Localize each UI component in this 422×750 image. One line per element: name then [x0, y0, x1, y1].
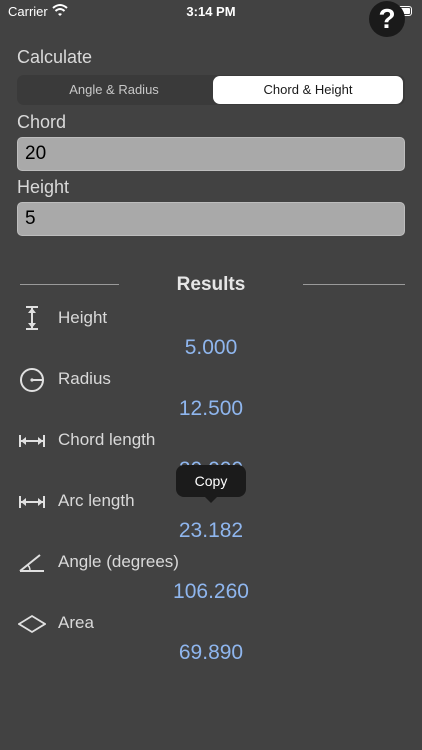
radius-icon [20, 368, 44, 392]
height-label: Height [17, 177, 70, 197]
arc-length-icon [19, 496, 45, 508]
status-bar: Carrier 3:14 PM [0, 0, 422, 22]
calculate-label: Calculate [17, 47, 93, 67]
chord-label: Chord [17, 112, 67, 132]
height-icon [26, 306, 38, 330]
results-title: Results [176, 274, 246, 295]
height-input[interactable]: 5 [17, 202, 405, 236]
copy-tooltip[interactable]: Copy [176, 465, 246, 503]
chord-length-icon [19, 435, 45, 447]
result-value-height[interactable]: 5.000 [0, 336, 422, 360]
segment-chord-height[interactable]: Chord & Height [213, 76, 403, 104]
segment-angle-radius[interactable]: Angle & Radius [17, 75, 211, 105]
result-value-area[interactable]: 69.890 [0, 641, 422, 665]
result-label-chord-length: Chord length [58, 430, 156, 449]
area-icon [18, 614, 46, 634]
result-value-angle[interactable]: 106.260 [0, 580, 422, 604]
result-label-angle: Angle (degrees) [58, 552, 179, 571]
angle-icon [19, 554, 44, 572]
calculate-mode-segmented-control: Angle & Radius Chord & Height [17, 75, 405, 105]
result-label-area: Area [58, 613, 94, 632]
status-time: 3:14 PM [186, 4, 236, 19]
help-button[interactable]: ? [369, 1, 405, 37]
results-divider-right [303, 284, 405, 285]
result-value-arc-length[interactable]: 23.182 [0, 519, 422, 543]
result-label-height: Height [58, 308, 108, 327]
result-label-radius: Radius [58, 369, 111, 388]
chord-input[interactable]: 20 [17, 137, 405, 171]
result-label-arc-length: Arc length [58, 491, 135, 510]
result-value-radius[interactable]: 12.500 [0, 397, 422, 421]
